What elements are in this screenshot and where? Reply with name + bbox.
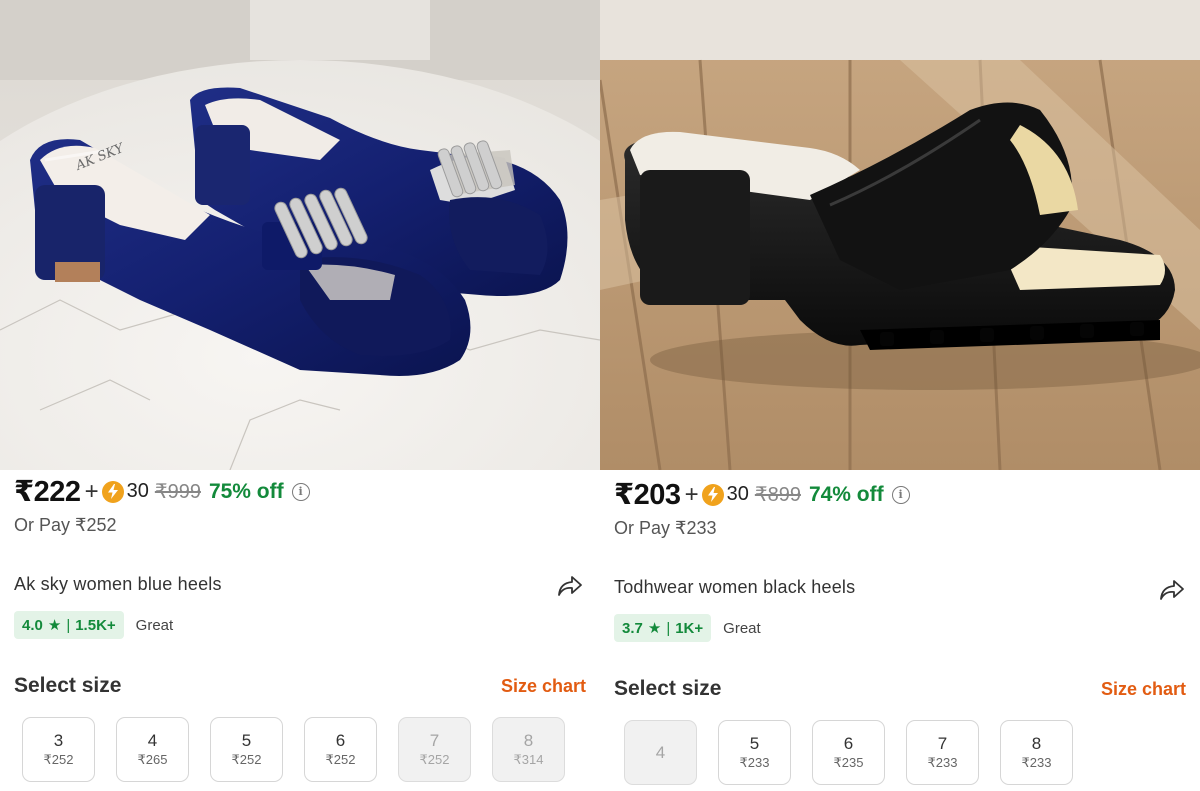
rating-badge: 4.0 ★ | 1.5K+ — [14, 611, 124, 639]
size-option-6[interactable]: 6 ₹235 — [812, 720, 885, 785]
review-count: 1K+ — [675, 619, 704, 637]
share-arrow-icon[interactable] — [555, 571, 585, 601]
discount-label: 75% off — [208, 479, 284, 503]
size-option-5[interactable]: 5 ₹252 — [210, 717, 283, 782]
star-icon: ★ — [647, 620, 662, 637]
supercoin-bolt-icon — [701, 483, 724, 506]
size-value: 6 — [843, 733, 854, 753]
product-card-2: ₹203 + 30 ₹899 74% off i Or Pay ₹233 Tod… — [600, 0, 1200, 791]
product-card-1: AK SKY ₹222 + 30 ₹999 75% off i Or Pay ₹… — [0, 0, 600, 791]
info-icon[interactable]: i — [891, 485, 910, 504]
selling-price: ₹203 — [614, 479, 681, 511]
size-value: 4 — [655, 742, 666, 762]
size-chart-link[interactable]: Size chart — [1101, 679, 1186, 700]
product-title: Todhwear women black heels — [614, 577, 856, 597]
size-price: ₹314 — [513, 752, 544, 768]
size-value: 5 — [241, 730, 252, 750]
size-value: 3 — [53, 730, 64, 750]
size-option-7[interactable]: 7 ₹252 — [398, 717, 471, 782]
supercoin-count: 30 — [126, 480, 149, 502]
size-price: ₹252 — [231, 752, 262, 768]
size-value: 4 — [147, 730, 158, 750]
plus-sign: + — [684, 480, 699, 508]
size-value: 7 — [429, 730, 440, 750]
price-row: ₹203 + 30 ₹899 74% off i — [614, 477, 910, 512]
rating-badge: 3.7 ★ | 1K+ — [614, 614, 712, 642]
size-price: ₹252 — [419, 752, 450, 768]
original-price: ₹999 — [154, 481, 201, 503]
size-option-6[interactable]: 6 ₹252 — [304, 717, 377, 782]
size-price: ₹233 — [1021, 755, 1052, 771]
size-option-7[interactable]: 7 ₹233 — [906, 720, 979, 785]
size-option-5[interactable]: 5 ₹233 — [718, 720, 791, 785]
rating-value: 3.7 — [622, 619, 643, 637]
size-price: ₹252 — [325, 752, 356, 768]
size-options: 4 5 ₹233 6 ₹235 7 ₹233 8 ₹233 — [624, 720, 1073, 785]
product-title: Ak sky women blue heels — [14, 574, 222, 594]
rating-value: 4.0 — [22, 616, 43, 634]
plus-sign: + — [84, 477, 99, 505]
or-pay-text: Or Pay ₹233 — [614, 518, 717, 538]
original-price: ₹899 — [754, 484, 801, 506]
selling-price: ₹222 — [14, 476, 81, 508]
separator: | — [66, 616, 71, 634]
size-options: 3 ₹252 4 ₹265 5 ₹252 6 ₹252 7 ₹252 8 ₹314 — [22, 717, 565, 782]
supercoin-bolt-icon — [101, 480, 124, 503]
size-price: ₹233 — [739, 755, 770, 771]
size-value: 8 — [1031, 733, 1042, 753]
share-arrow-icon[interactable] — [1157, 575, 1187, 605]
separator: | — [666, 619, 671, 637]
size-value: 7 — [937, 733, 948, 753]
rating-verdict: Great — [135, 616, 174, 634]
rating-verdict: Great — [723, 619, 761, 637]
size-price: ₹235 — [833, 755, 864, 771]
select-size-heading: Select size — [614, 677, 722, 700]
size-option-8[interactable]: 8 ₹233 — [1000, 720, 1073, 785]
size-chart-link[interactable]: Size chart — [501, 676, 586, 697]
info-icon[interactable]: i — [291, 482, 310, 501]
price-row: ₹222 + 30 ₹999 75% off i — [14, 474, 310, 509]
product-image-blue-heels[interactable]: AK SKY — [0, 0, 600, 470]
size-option-4[interactable]: 4 — [624, 720, 697, 785]
or-pay-text: Or Pay ₹252 — [14, 515, 117, 535]
size-option-3[interactable]: 3 ₹252 — [22, 717, 95, 782]
select-size-heading: Select size — [14, 674, 122, 697]
rating-row[interactable]: 4.0 ★ | 1.5K+ Great — [14, 611, 173, 639]
size-price: ₹233 — [927, 755, 958, 771]
size-value: 8 — [523, 730, 534, 750]
star-icon: ★ — [47, 617, 62, 634]
supercoin-count: 30 — [726, 483, 749, 505]
product-image-black-heels[interactable] — [600, 0, 1200, 470]
size-price: ₹252 — [43, 752, 74, 768]
size-price: ₹265 — [137, 752, 168, 768]
size-value: 5 — [749, 733, 760, 753]
size-option-4[interactable]: 4 ₹265 — [116, 717, 189, 782]
rating-row[interactable]: 3.7 ★ | 1K+ Great — [614, 614, 761, 642]
size-value: 6 — [335, 730, 346, 750]
size-option-8[interactable]: 8 ₹314 — [492, 717, 565, 782]
review-count: 1.5K+ — [75, 616, 116, 634]
discount-label: 74% off — [808, 482, 884, 506]
